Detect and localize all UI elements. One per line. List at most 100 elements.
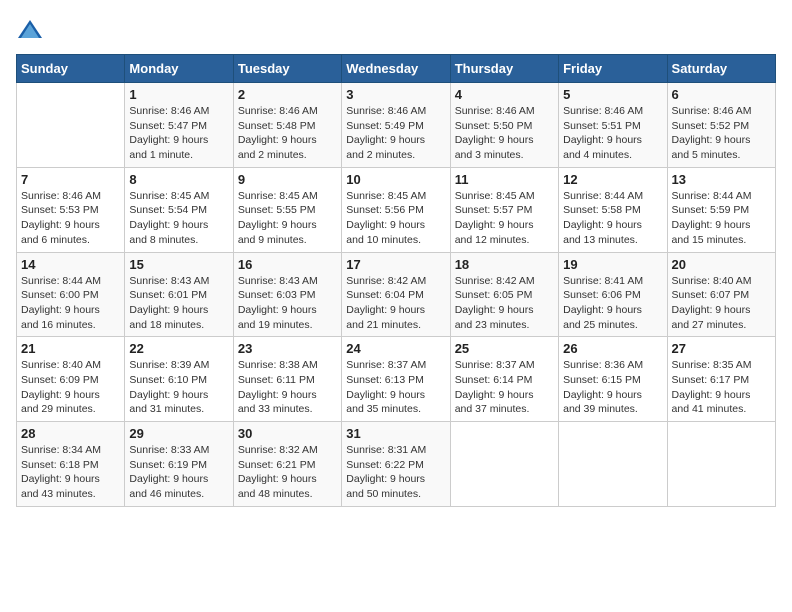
calendar-cell xyxy=(667,422,775,507)
calendar-cell: 14 Sunrise: 8:44 AM Sunset: 6:00 PM Dayli… xyxy=(17,252,125,337)
calendar-cell: 12 Sunrise: 8:44 AM Sunset: 5:58 PM Dayli… xyxy=(559,167,667,252)
day-number: 3 xyxy=(346,87,445,102)
day-info: Sunrise: 8:45 AM Sunset: 5:55 PM Dayligh… xyxy=(238,189,337,248)
weekday-header-thursday: Thursday xyxy=(450,55,558,83)
day-number: 9 xyxy=(238,172,337,187)
day-number: 18 xyxy=(455,257,554,272)
day-info: Sunrise: 8:46 AM Sunset: 5:50 PM Dayligh… xyxy=(455,104,554,163)
day-info: Sunrise: 8:31 AM Sunset: 6:22 PM Dayligh… xyxy=(346,443,445,502)
calendar-cell: 4 Sunrise: 8:46 AM Sunset: 5:50 PM Daylig… xyxy=(450,83,558,168)
day-info: Sunrise: 8:34 AM Sunset: 6:18 PM Dayligh… xyxy=(21,443,120,502)
calendar-week-row: 14 Sunrise: 8:44 AM Sunset: 6:00 PM Dayli… xyxy=(17,252,776,337)
day-info: Sunrise: 8:46 AM Sunset: 5:53 PM Dayligh… xyxy=(21,189,120,248)
day-info: Sunrise: 8:46 AM Sunset: 5:48 PM Dayligh… xyxy=(238,104,337,163)
day-number: 4 xyxy=(455,87,554,102)
day-info: Sunrise: 8:46 AM Sunset: 5:49 PM Dayligh… xyxy=(346,104,445,163)
day-number: 30 xyxy=(238,426,337,441)
day-number: 27 xyxy=(672,341,771,356)
calendar-cell: 11 Sunrise: 8:45 AM Sunset: 5:57 PM Dayli… xyxy=(450,167,558,252)
calendar-cell xyxy=(17,83,125,168)
day-number: 23 xyxy=(238,341,337,356)
day-number: 10 xyxy=(346,172,445,187)
day-info: Sunrise: 8:40 AM Sunset: 6:09 PM Dayligh… xyxy=(21,358,120,417)
calendar-cell: 20 Sunrise: 8:40 AM Sunset: 6:07 PM Dayli… xyxy=(667,252,775,337)
calendar-table: SundayMondayTuesdayWednesdayThursdayFrid… xyxy=(16,54,776,507)
day-number: 21 xyxy=(21,341,120,356)
day-number: 13 xyxy=(672,172,771,187)
day-number: 25 xyxy=(455,341,554,356)
day-info: Sunrise: 8:46 AM Sunset: 5:51 PM Dayligh… xyxy=(563,104,662,163)
weekday-header-monday: Monday xyxy=(125,55,233,83)
weekday-header-friday: Friday xyxy=(559,55,667,83)
calendar-cell: 15 Sunrise: 8:43 AM Sunset: 6:01 PM Dayli… xyxy=(125,252,233,337)
day-number: 14 xyxy=(21,257,120,272)
calendar-cell: 28 Sunrise: 8:34 AM Sunset: 6:18 PM Dayli… xyxy=(17,422,125,507)
calendar-week-row: 21 Sunrise: 8:40 AM Sunset: 6:09 PM Dayli… xyxy=(17,337,776,422)
calendar-cell: 29 Sunrise: 8:33 AM Sunset: 6:19 PM Dayli… xyxy=(125,422,233,507)
day-info: Sunrise: 8:43 AM Sunset: 6:03 PM Dayligh… xyxy=(238,274,337,333)
calendar-cell: 7Sunrise: 8:46 AM Sunset: 5:53 PM Daylig… xyxy=(17,167,125,252)
day-number: 12 xyxy=(563,172,662,187)
calendar-cell: 26 Sunrise: 8:36 AM Sunset: 6:15 PM Dayli… xyxy=(559,337,667,422)
day-info: Sunrise: 8:45 AM Sunset: 5:57 PM Dayligh… xyxy=(455,189,554,248)
day-info: Sunrise: 8:45 AM Sunset: 5:56 PM Dayligh… xyxy=(346,189,445,248)
calendar-cell: 3 Sunrise: 8:46 AM Sunset: 5:49 PM Daylig… xyxy=(342,83,450,168)
calendar-cell xyxy=(450,422,558,507)
day-info: Sunrise: 8:38 AM Sunset: 6:11 PM Dayligh… xyxy=(238,358,337,417)
day-info: Sunrise: 8:46 AM Sunset: 5:52 PM Dayligh… xyxy=(672,104,771,163)
weekday-header-saturday: Saturday xyxy=(667,55,775,83)
day-number: 24 xyxy=(346,341,445,356)
day-number: 26 xyxy=(563,341,662,356)
calendar-cell: 22 Sunrise: 8:39 AM Sunset: 6:10 PM Dayli… xyxy=(125,337,233,422)
day-info: Sunrise: 8:43 AM Sunset: 6:01 PM Dayligh… xyxy=(129,274,228,333)
day-number: 28 xyxy=(21,426,120,441)
calendar-week-row: 28 Sunrise: 8:34 AM Sunset: 6:18 PM Dayli… xyxy=(17,422,776,507)
calendar-cell: 24 Sunrise: 8:37 AM Sunset: 6:13 PM Dayli… xyxy=(342,337,450,422)
day-info: Sunrise: 8:42 AM Sunset: 6:04 PM Dayligh… xyxy=(346,274,445,333)
day-number: 29 xyxy=(129,426,228,441)
calendar-cell: 10 Sunrise: 8:45 AM Sunset: 5:56 PM Dayli… xyxy=(342,167,450,252)
calendar-cell: 16Sunrise: 8:43 AM Sunset: 6:03 PM Dayli… xyxy=(233,252,341,337)
day-number: 22 xyxy=(129,341,228,356)
calendar-cell: 2 Sunrise: 8:46 AM Sunset: 5:48 PM Daylig… xyxy=(233,83,341,168)
day-info: Sunrise: 8:44 AM Sunset: 6:00 PM Dayligh… xyxy=(21,274,120,333)
day-number: 20 xyxy=(672,257,771,272)
calendar-cell: 23 Sunrise: 8:38 AM Sunset: 6:11 PM Dayli… xyxy=(233,337,341,422)
logo-icon xyxy=(16,16,44,44)
day-info: Sunrise: 8:44 AM Sunset: 5:59 PM Dayligh… xyxy=(672,189,771,248)
day-info: Sunrise: 8:39 AM Sunset: 6:10 PM Dayligh… xyxy=(129,358,228,417)
calendar-cell: 1 Sunrise: 8:46 AM Sunset: 5:47 PM Daylig… xyxy=(125,83,233,168)
calendar-cell: 6 Sunrise: 8:46 AM Sunset: 5:52 PM Daylig… xyxy=(667,83,775,168)
day-number: 2 xyxy=(238,87,337,102)
day-info: Sunrise: 8:37 AM Sunset: 6:13 PM Dayligh… xyxy=(346,358,445,417)
day-info: Sunrise: 8:41 AM Sunset: 6:06 PM Dayligh… xyxy=(563,274,662,333)
calendar-cell: 13 Sunrise: 8:44 AM Sunset: 5:59 PM Dayli… xyxy=(667,167,775,252)
calendar-cell: 31Sunrise: 8:31 AM Sunset: 6:22 PM Dayli… xyxy=(342,422,450,507)
day-number: 6 xyxy=(672,87,771,102)
weekday-header-wednesday: Wednesday xyxy=(342,55,450,83)
day-number: 11 xyxy=(455,172,554,187)
day-info: Sunrise: 8:36 AM Sunset: 6:15 PM Dayligh… xyxy=(563,358,662,417)
calendar-cell: 21 Sunrise: 8:40 AM Sunset: 6:09 PM Dayli… xyxy=(17,337,125,422)
day-info: Sunrise: 8:44 AM Sunset: 5:58 PM Dayligh… xyxy=(563,189,662,248)
calendar-cell: 17 Sunrise: 8:42 AM Sunset: 6:04 PM Dayli… xyxy=(342,252,450,337)
weekday-header-sunday: Sunday xyxy=(17,55,125,83)
day-info: Sunrise: 8:32 AM Sunset: 6:21 PM Dayligh… xyxy=(238,443,337,502)
logo xyxy=(16,16,48,44)
day-number: 8 xyxy=(129,172,228,187)
day-number: 1 xyxy=(129,87,228,102)
day-info: Sunrise: 8:46 AM Sunset: 5:47 PM Dayligh… xyxy=(129,104,228,163)
calendar-cell xyxy=(559,422,667,507)
day-number: 5 xyxy=(563,87,662,102)
calendar-week-row: 7Sunrise: 8:46 AM Sunset: 5:53 PM Daylig… xyxy=(17,167,776,252)
day-info: Sunrise: 8:40 AM Sunset: 6:07 PM Dayligh… xyxy=(672,274,771,333)
day-number: 19 xyxy=(563,257,662,272)
day-number: 17 xyxy=(346,257,445,272)
day-info: Sunrise: 8:33 AM Sunset: 6:19 PM Dayligh… xyxy=(129,443,228,502)
day-info: Sunrise: 8:45 AM Sunset: 5:54 PM Dayligh… xyxy=(129,189,228,248)
day-info: Sunrise: 8:37 AM Sunset: 6:14 PM Dayligh… xyxy=(455,358,554,417)
day-info: Sunrise: 8:35 AM Sunset: 6:17 PM Dayligh… xyxy=(672,358,771,417)
day-number: 15 xyxy=(129,257,228,272)
calendar-cell: 18Sunrise: 8:42 AM Sunset: 6:05 PM Dayli… xyxy=(450,252,558,337)
weekday-header-row: SundayMondayTuesdayWednesdayThursdayFrid… xyxy=(17,55,776,83)
